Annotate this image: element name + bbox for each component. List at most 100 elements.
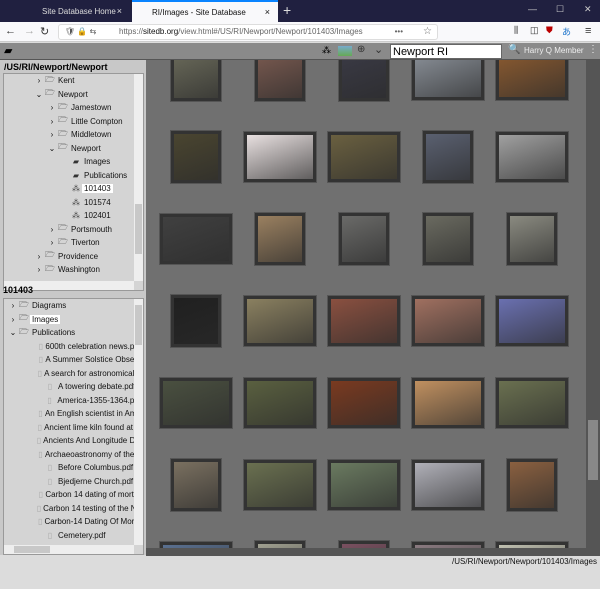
caret-icon[interactable]: › xyxy=(34,76,44,85)
tree-node[interactable]: › 🗁 Middletown xyxy=(4,128,143,142)
tree-node[interactable]: ▯ America-1355-1364.pdf xyxy=(4,394,143,408)
more-icon[interactable]: ••• xyxy=(395,25,403,39)
image-thumbnail[interactable] xyxy=(507,213,557,265)
tree-node[interactable]: ▯ Archaeoastronomy of the o xyxy=(4,448,143,462)
minimize-icon[interactable]: — xyxy=(528,4,537,14)
image-thumbnail[interactable] xyxy=(423,131,473,183)
close-tab-icon[interactable]: × xyxy=(117,6,122,16)
tree-node[interactable]: › 🗁 Providence xyxy=(4,250,143,264)
image-thumbnail[interactable] xyxy=(171,459,221,511)
tree-node[interactable]: ▯ Carbon 14 testing of the Ne xyxy=(4,502,143,516)
tree-node[interactable]: ▯ Cemetery.pdf xyxy=(4,529,143,543)
caret-icon[interactable]: ⌄ xyxy=(8,328,18,337)
tree-node[interactable]: ▰ Images xyxy=(4,155,143,169)
star-icon[interactable]: ☆ xyxy=(423,25,432,39)
image-thumbnail[interactable] xyxy=(160,378,232,428)
tree-node[interactable]: ▯ A search for astronomical a xyxy=(4,367,143,381)
chevron-down-icon[interactable]: ⌄ xyxy=(374,43,383,56)
image-thumbnail[interactable] xyxy=(339,60,389,101)
tree-node[interactable]: ▯ A Summer Solstice Observ xyxy=(4,353,143,367)
image-thumbnail[interactable] xyxy=(412,60,484,100)
tree-node[interactable]: ▯ Carbon 14 dating of mortar xyxy=(4,488,143,502)
image-thumbnail[interactable] xyxy=(171,131,221,183)
gallery-scrollbar[interactable] xyxy=(586,60,600,548)
tree-node[interactable]: › 🗁 Diagrams xyxy=(4,299,143,313)
library-icon[interactable]: ⫼ xyxy=(514,25,518,36)
tree-node[interactable]: › 🗁 Portsmouth xyxy=(4,223,143,237)
caret-icon[interactable]: › xyxy=(8,301,18,310)
ublock-icon[interactable]: ⛊ xyxy=(546,25,553,36)
image-thumbnail[interactable] xyxy=(496,132,568,182)
tree-node[interactable]: ▰ Publications xyxy=(4,169,143,183)
search-icon[interactable]: 🔍 xyxy=(508,44,520,55)
tab-site-database-home[interactable]: Site Database Home × xyxy=(22,0,130,22)
tree-node[interactable]: ▯ An English scientist in Ame xyxy=(4,407,143,421)
tree-node[interactable]: ▯ Bjedjerne Church.pdf xyxy=(4,475,143,489)
image-thumbnail[interactable] xyxy=(412,296,484,346)
tree-node[interactable]: ⌄ 🗁 Newport xyxy=(4,142,143,156)
image-thumbnail[interactable] xyxy=(339,213,389,265)
image-thumbnail[interactable] xyxy=(255,213,305,265)
sites-icon[interactable]: ⁂ xyxy=(322,45,331,56)
tree-node[interactable]: ▯ Ancients And Longitude Dis xyxy=(4,434,143,448)
image-thumbnail[interactable] xyxy=(160,214,232,264)
image-thumbnail[interactable] xyxy=(328,378,400,428)
image-icon[interactable] xyxy=(338,46,352,56)
tree-node[interactable]: › 🗁 Images xyxy=(4,313,143,327)
close-window-icon[interactable]: ✕ xyxy=(584,4,592,15)
caret-icon[interactable]: ⌄ xyxy=(34,90,44,99)
tree-node[interactable]: › 🗁 Kent xyxy=(4,74,143,88)
image-thumbnail[interactable] xyxy=(328,132,400,182)
image-thumbnail[interactable] xyxy=(339,541,389,548)
image-thumbnail[interactable] xyxy=(171,295,221,347)
menu-icon[interactable]: ≡ xyxy=(585,25,591,37)
forward-icon[interactable]: → xyxy=(24,25,35,37)
tree-hscrollbar[interactable] xyxy=(4,545,134,554)
caret-icon[interactable]: › xyxy=(47,103,57,112)
image-thumbnail[interactable] xyxy=(328,460,400,510)
tree-node[interactable]: ▯ A towering debate.pdf xyxy=(4,380,143,394)
globe-icon[interactable]: ⊕ xyxy=(357,44,365,55)
tree-node[interactable]: ⌄ 🗁 Newport xyxy=(4,88,143,102)
tree-node[interactable]: ▯ Before Columbus.pdf xyxy=(4,461,143,475)
tree-node[interactable]: › 🗁 Little Compton xyxy=(4,115,143,129)
reload-icon[interactable]: ↻ xyxy=(40,25,49,38)
caret-icon[interactable]: › xyxy=(34,265,44,274)
tree-node[interactable]: ⁂ 102401 xyxy=(4,209,143,223)
image-thumbnail[interactable] xyxy=(244,296,316,346)
caret-icon[interactable]: › xyxy=(47,238,57,247)
image-thumbnail[interactable] xyxy=(423,213,473,265)
maximize-icon[interactable]: ☐ xyxy=(556,4,564,15)
caret-icon[interactable]: › xyxy=(47,117,57,126)
image-thumbnail[interactable] xyxy=(507,459,557,511)
tree-node[interactable]: ⁂ 101403 xyxy=(4,182,143,196)
image-thumbnail[interactable] xyxy=(412,378,484,428)
tab-ri-images[interactable]: RI/Images - Site Database × xyxy=(132,0,278,22)
close-tab-icon[interactable]: × xyxy=(265,7,270,17)
caret-icon[interactable]: › xyxy=(47,130,57,139)
caret-icon[interactable]: ⌄ xyxy=(47,144,57,153)
back-icon[interactable]: ← xyxy=(5,25,16,37)
tree-node[interactable]: ▯ Ancient lime kiln found at N xyxy=(4,421,143,435)
image-thumbnail[interactable] xyxy=(171,60,221,101)
sidebar-icon[interactable]: ◫ xyxy=(530,25,539,36)
tree-node[interactable]: › 🗁 Tiverton xyxy=(4,236,143,250)
image-thumbnail[interactable] xyxy=(496,378,568,428)
kebab-menu-icon[interactable]: ⋮ xyxy=(588,44,598,55)
translate-icon[interactable]: あ xyxy=(562,25,571,38)
image-thumbnail[interactable] xyxy=(496,60,568,100)
new-tab-button[interactable]: + xyxy=(283,2,291,18)
url-bar[interactable]: 🛡 🔒 ⇆ https://sitedb.org/view.html#/US/R… xyxy=(58,24,438,40)
image-thumbnail[interactable] xyxy=(328,296,400,346)
image-thumbnail[interactable] xyxy=(244,460,316,510)
caret-icon[interactable]: › xyxy=(47,225,57,234)
image-thumbnail[interactable] xyxy=(244,132,316,182)
tree-scrollbar[interactable] xyxy=(134,74,143,281)
caret-icon[interactable]: › xyxy=(8,315,18,324)
tree-scrollbar[interactable] xyxy=(134,299,143,545)
tree-node[interactable]: ▯ 600th celebration news.pdf xyxy=(4,340,143,354)
image-thumbnail[interactable] xyxy=(255,60,305,101)
tree-node[interactable]: ⁂ 101574 xyxy=(4,196,143,210)
search-input[interactable] xyxy=(390,44,502,59)
tree-node[interactable]: ⌄ 🗁 Publications xyxy=(4,326,143,340)
